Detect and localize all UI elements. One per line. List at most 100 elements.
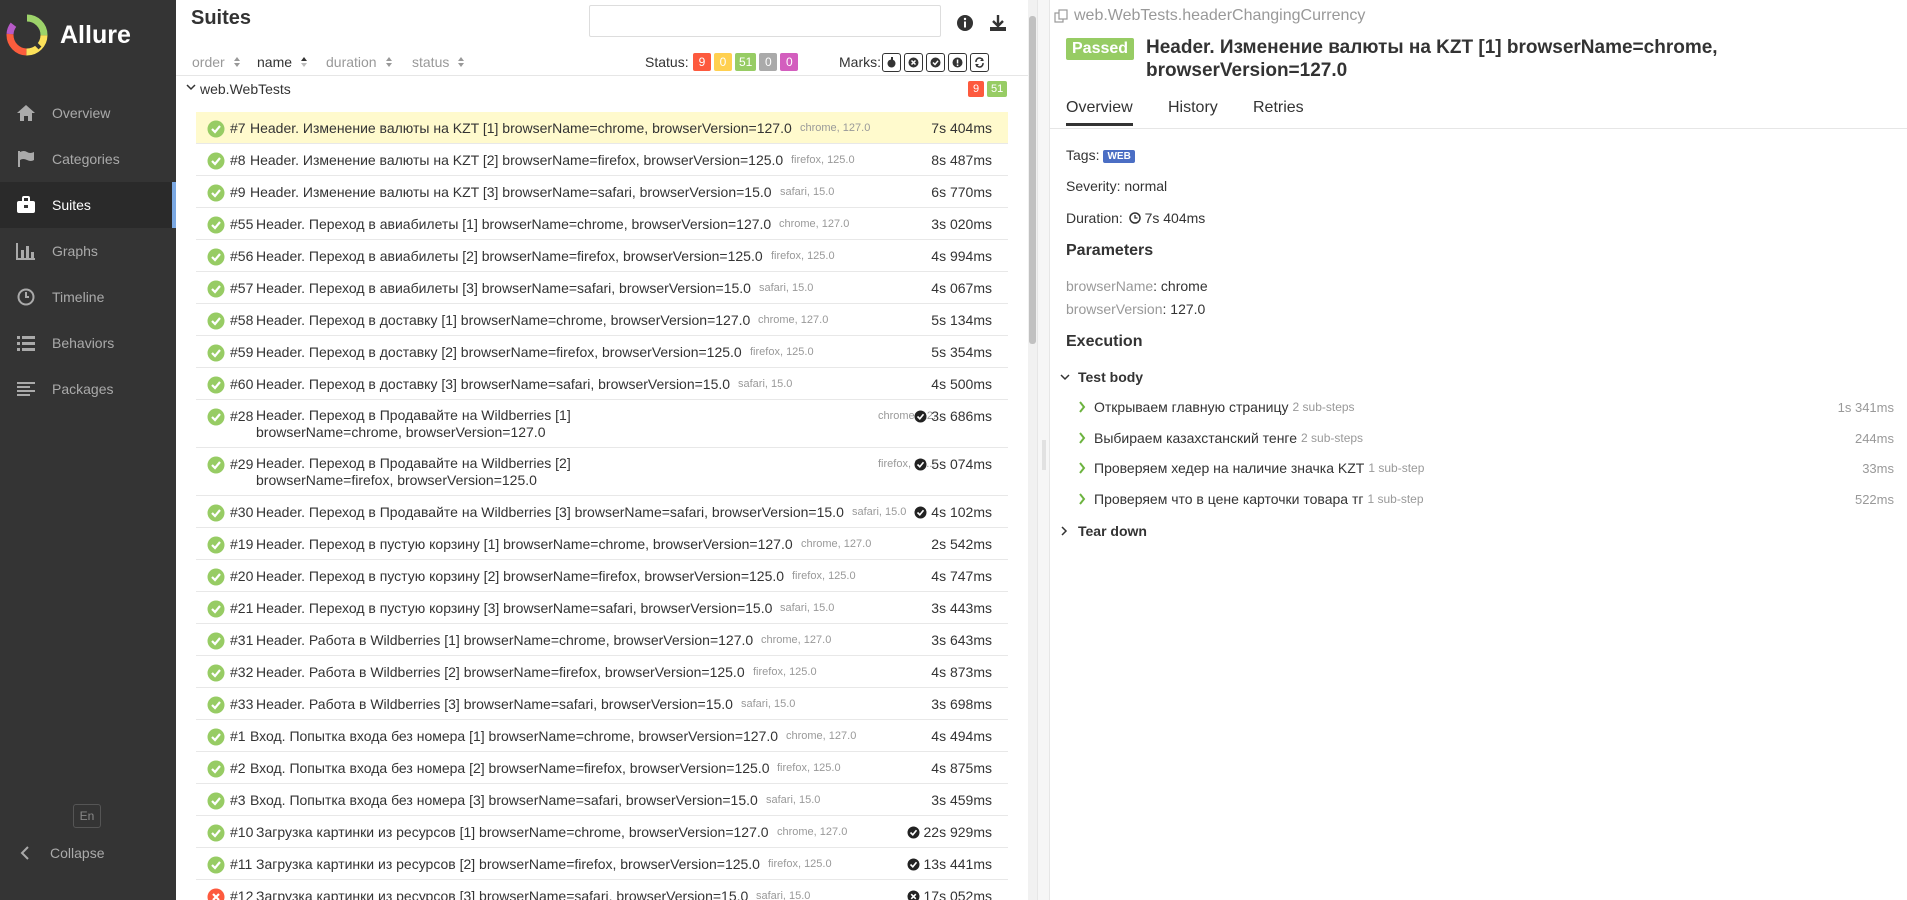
test-row[interactable]: #60 Header. Переход в доставку [3] browse… — [196, 368, 1008, 400]
test-row[interactable]: #10 Загрузка картинки из ресурсов [1] bro… — [196, 816, 1008, 848]
brand[interactable]: Allure — [0, 0, 176, 70]
tear-down-label: Tear down — [1078, 523, 1147, 539]
brand-name: Allure — [60, 20, 131, 49]
status-passed-count[interactable]: 51 — [735, 53, 757, 71]
download-icon[interactable] — [987, 12, 1009, 34]
search-input[interactable] — [589, 5, 941, 37]
new-failed-icon — [907, 890, 920, 900]
status-skipped-count[interactable]: 0 — [759, 53, 778, 71]
nav-item-suites[interactable]: Suites — [0, 182, 176, 228]
collapse-label: Collapse — [50, 845, 105, 861]
nav-item-categories[interactable]: Categories — [0, 136, 176, 182]
test-row[interactable]: #2 Вход. Попытка входа без номера [2] bro… — [196, 752, 1008, 784]
test-row[interactable]: #59 Header. Переход в доставку [2] browse… — [196, 336, 1008, 368]
test-name: Header. Переход в Продавайте на Wildberr… — [256, 504, 844, 520]
test-name: Header. Изменение валюты на KZT [1] brow… — [250, 120, 792, 136]
scrollbar-thumb[interactable] — [1029, 16, 1036, 344]
nav-item-packages[interactable]: Packages — [0, 366, 176, 412]
copy-icon[interactable] — [1054, 9, 1068, 23]
test-number: #30 — [230, 504, 254, 520]
new-failed-icon[interactable] — [904, 53, 923, 72]
test-duration: 13s 441ms — [907, 856, 992, 872]
info-icon[interactable] — [954, 12, 976, 34]
panel-splitter[interactable] — [1037, 0, 1050, 900]
tab-retries[interactable]: Retries — [1253, 99, 1304, 123]
execution-step[interactable]: Проверяем хедер на наличие значка KZT 1 s… — [1078, 460, 1900, 476]
sort-order[interactable]: order — [192, 54, 241, 70]
severity-row: Severity: normal — [1066, 178, 1167, 194]
tab-overview[interactable]: Overview — [1066, 99, 1133, 126]
tear-down-toggle[interactable]: Tear down — [1060, 523, 1147, 539]
test-row[interactable]: #21 Header. Переход в пустую корзину [3] … — [196, 592, 1008, 624]
test-row[interactable]: #32 Header. Работа в Wildberries [2] brow… — [196, 656, 1008, 688]
test-row[interactable]: #3 Вход. Попытка входа без номера [3] bro… — [196, 784, 1008, 816]
passed-status-icon — [207, 824, 225, 842]
test-duration: 3s 020ms — [931, 216, 992, 232]
sort-duration[interactable]: duration — [326, 54, 393, 70]
nav-item-graphs[interactable]: Graphs — [0, 228, 176, 274]
chevron-right-icon — [1078, 462, 1090, 474]
test-row[interactable]: #29 Header. Переход в Продавайте на Wildb… — [196, 448, 1008, 496]
test-duration: 4s 500ms — [931, 376, 992, 392]
tag-badge[interactable]: WEB — [1103, 150, 1135, 163]
status-failed-count[interactable]: 9 — [693, 53, 711, 71]
test-row[interactable]: #58 Header. Переход в доставку [1] browse… — [196, 304, 1008, 336]
parameters-title: Parameters — [1066, 242, 1154, 259]
test-row[interactable]: #57 Header. Переход в авиабилеты [3] brow… — [196, 272, 1008, 304]
nav-item-timeline[interactable]: Timeline — [0, 274, 176, 320]
test-body-label: Test body — [1078, 369, 1144, 385]
test-number: #7 — [230, 120, 246, 136]
step-duration: 1s 341ms — [1837, 399, 1894, 415]
new-passed-icon — [914, 458, 927, 471]
test-duration-value: 4s 875ms — [931, 760, 992, 776]
parameter-row: browserName: chrome — [1066, 278, 1208, 294]
test-body-toggle[interactable]: Test body — [1060, 369, 1143, 385]
new-passed-icon — [914, 410, 927, 423]
flaky-icon[interactable] — [882, 53, 901, 72]
test-name: Header. Работа в Wildberries [3] browser… — [256, 696, 733, 712]
test-row[interactable]: #56 Header. Переход в авиабилеты [2] brow… — [196, 240, 1008, 272]
test-row[interactable]: #12 Загрузка картинки из ресурсов [3] bro… — [196, 880, 1008, 900]
suites-scrollbar[interactable] — [1028, 0, 1037, 900]
tab-history[interactable]: History — [1168, 99, 1218, 123]
execution-step[interactable]: Выбираем казахстанский тенге 2 sub-steps 2… — [1078, 430, 1900, 446]
breadcrumb[interactable]: web.WebTests.headerChangingCurrency — [1054, 7, 1365, 25]
briefcase-icon — [14, 195, 38, 215]
test-row[interactable]: #1 Вход. Попытка входа без номера [1] bro… — [196, 720, 1008, 752]
status-unknown-count[interactable]: 0 — [780, 53, 799, 71]
passed-status-icon — [207, 120, 225, 138]
test-parameters: chrome, 127.0 — [786, 730, 857, 742]
language-button[interactable]: En — [73, 804, 101, 828]
sort-status[interactable]: status — [412, 54, 465, 70]
test-duration: 3s 698ms — [931, 696, 992, 712]
execution-step[interactable]: Открываем главную страницу 2 sub-steps 1s … — [1078, 399, 1900, 415]
test-number: #9 — [230, 184, 246, 200]
test-duration: 6s 770ms — [931, 184, 992, 200]
test-parameters: safari, 15.0 — [766, 794, 821, 806]
test-row[interactable]: #8 Header. Изменение валюты на KZT [2] br… — [196, 144, 1008, 176]
nav-item-behaviors[interactable]: Behaviors — [0, 320, 176, 366]
nav-item-overview[interactable]: Overview — [0, 90, 176, 136]
retries-icon[interactable] — [970, 53, 989, 72]
test-name: Header. Переход в авиабилеты [1] browser… — [256, 216, 772, 232]
test-row[interactable]: #19 Header. Переход в пустую корзину [1] … — [196, 528, 1008, 560]
new-passed-icon[interactable] — [926, 53, 945, 72]
status-broken-count[interactable]: 0 — [714, 53, 732, 71]
execution-step[interactable]: Проверяем что в цене карточки товара тг 1… — [1078, 491, 1900, 507]
test-row[interactable]: #31 Header. Работа в Wildberries [1] brow… — [196, 624, 1008, 656]
test-row[interactable]: #11 Загрузка картинки из ресурсов [2] bro… — [196, 848, 1008, 880]
test-row[interactable]: #7 Header. Изменение валюты на KZT [1] br… — [196, 112, 1008, 144]
test-parameters: chrome, 127.0 — [758, 314, 829, 326]
test-row[interactable]: #28 Header. Переход в Продавайте на Wildb… — [196, 400, 1008, 448]
test-row[interactable]: #55 Header. Переход в авиабилеты [1] brow… — [196, 208, 1008, 240]
new-broken-icon[interactable] — [948, 53, 967, 72]
test-row[interactable]: #9 Header. Изменение валюты на KZT [3] br… — [196, 176, 1008, 208]
sort-name[interactable]: name — [257, 54, 308, 70]
test-row[interactable]: #30 Header. Переход в Продавайте на Wildb… — [196, 496, 1008, 528]
test-row[interactable]: #20 Header. Переход в пустую корзину [2] … — [196, 560, 1008, 592]
collapse-button[interactable]: Collapse — [16, 842, 104, 864]
test-row[interactable]: #33 Header. Работа в Wildberries [3] brow… — [196, 688, 1008, 720]
test-duration-value: 4s 067ms — [931, 280, 992, 296]
suite-group-row[interactable]: web.WebTests 9 51 — [176, 76, 1028, 102]
test-name: Header. Переход в пустую корзину [1] bro… — [256, 536, 793, 552]
